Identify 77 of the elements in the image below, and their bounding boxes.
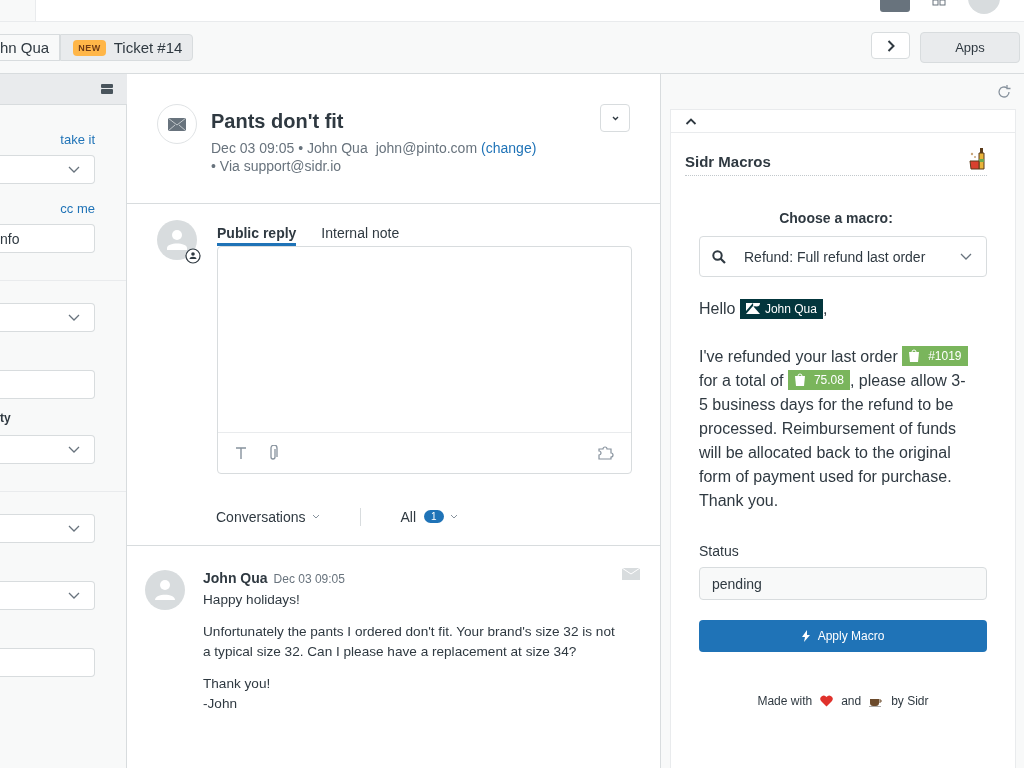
reply-tab[interactable]: Public reply xyxy=(217,220,297,246)
greeting-text: Hello John Qua , xyxy=(699,297,829,321)
ticket-tab[interactable]: NEW Ticket #14 xyxy=(60,34,194,61)
message-paragraph: Happy holidays! xyxy=(203,591,301,609)
chevron-down-icon xyxy=(960,253,972,260)
apply-macro-button[interactable]: Apply Macro xyxy=(699,620,987,652)
drinks-icon xyxy=(969,148,987,170)
next-button[interactable] xyxy=(871,32,910,59)
envelope-icon xyxy=(622,568,640,580)
order-tag: 75.08 xyxy=(787,369,850,390)
chevron-down-icon xyxy=(449,514,458,519)
footer-text: Made with xyxy=(757,694,813,708)
message-author: John Qua xyxy=(203,570,268,586)
logo-icon xyxy=(745,303,760,314)
dropdown-field[interactable] xyxy=(0,155,95,184)
avatar-icon[interactable] xyxy=(968,0,1000,14)
ticket-tab[interactable]: hn Qua xyxy=(0,34,61,61)
macro-text: I've refunded your last order #1019 for a total of 75.08 , please allow 3-5 business days for the refund to be processed. Reimbursement of funds will be allocated back to the original form of payment used for purchase. Thank you. xyxy=(699,345,973,513)
heart-icon xyxy=(820,695,834,707)
dropdown-field[interactable] xyxy=(0,435,95,464)
tab-label[interactable]: Ticket #14 xyxy=(113,39,183,56)
chevron-down-icon xyxy=(311,514,320,519)
chevron-right-icon xyxy=(886,39,895,52)
sidebar-link[interactable]: take it xyxy=(60,132,95,147)
puzzle-icon[interactable] xyxy=(598,446,616,460)
macro-dropdown[interactable]: Refund: Full refund last order xyxy=(699,236,987,277)
collapse-icon[interactable] xyxy=(685,117,697,125)
customer-tag: John Qua xyxy=(739,298,823,319)
message-paragraph: Thank you! -John xyxy=(203,675,272,713)
paperclip-icon[interactable] xyxy=(268,445,278,461)
lightning-icon xyxy=(801,630,810,642)
dropdown-field[interactable] xyxy=(0,581,95,610)
reply-tab[interactable]: Internal note xyxy=(321,220,400,246)
shopping-bag-icon xyxy=(793,373,806,386)
chevron-down-icon xyxy=(68,166,80,173)
all-filter[interactable]: All 1 xyxy=(400,508,458,525)
refresh-icon[interactable] xyxy=(996,83,1012,100)
dropdown-field[interactable] xyxy=(0,514,95,543)
tab-label[interactable]: hn Qua xyxy=(0,39,50,56)
requester-email: john@pinto.com xyxy=(375,139,478,157)
new-badge: NEW xyxy=(73,39,106,56)
footer-text: and xyxy=(841,694,862,708)
chevron-down-icon xyxy=(68,592,80,599)
field-label: ty xyxy=(0,411,11,425)
ticket-meta: Dec 03 09:05 • John Qua xyxy=(211,139,368,157)
search-icon xyxy=(712,249,726,264)
status-field[interactable]: pending xyxy=(699,567,987,600)
chevron-down-icon xyxy=(68,314,80,321)
change-link[interactable]: (change) xyxy=(481,139,537,157)
status-label: Status xyxy=(699,543,740,559)
options-button[interactable] xyxy=(600,104,630,132)
shopping-bag-icon xyxy=(908,349,921,362)
input-field[interactable] xyxy=(0,648,95,677)
chevron-down-icon xyxy=(68,446,80,453)
chevron-down-icon xyxy=(68,525,80,532)
ticket-title: Pants don't fit xyxy=(211,110,345,133)
input-field[interactable]: nfo xyxy=(0,224,95,253)
card-icon[interactable] xyxy=(100,84,113,94)
chat-icon[interactable] xyxy=(880,0,910,12)
input-field[interactable] xyxy=(0,370,95,399)
message-paragraph: Unfortunately the pants I ordered don't fit. Your brand's size 32 is not a typical size 32. Can I please have a replacement at size 34? xyxy=(203,623,616,661)
conversations-filter[interactable]: Conversations xyxy=(216,508,320,525)
text-format-icon[interactable] xyxy=(236,447,246,459)
app-title: Sidr Macros xyxy=(685,153,771,170)
avatar-icon xyxy=(157,220,201,264)
message-time: Dec 03 09:05 xyxy=(273,572,345,586)
count-badge: 1 xyxy=(424,510,444,523)
dropdown-field[interactable] xyxy=(0,303,95,332)
chevron-down-icon xyxy=(611,115,619,121)
footer-text: by Sidr xyxy=(891,694,929,708)
apps-button[interactable]: Apps xyxy=(920,32,1020,63)
choose-label: Choose a macro: xyxy=(778,210,894,226)
avatar-icon xyxy=(145,570,185,610)
via-text: • Via support@sidr.io xyxy=(211,157,343,175)
sidebar-link[interactable]: cc me xyxy=(60,201,95,216)
grid-icon[interactable] xyxy=(932,0,946,6)
order-tag: #1019 xyxy=(902,345,968,366)
